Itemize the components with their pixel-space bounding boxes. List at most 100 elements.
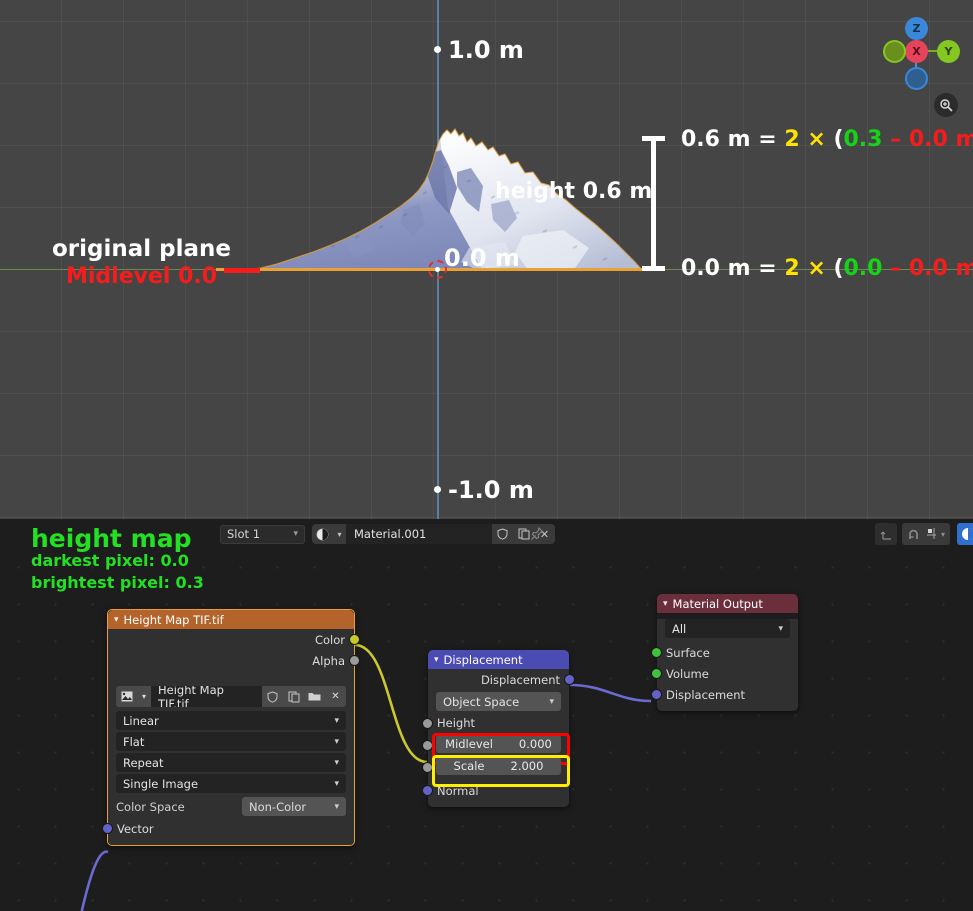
formula-bottom-open-paren: (: [833, 256, 844, 281]
socket-label-displacement-in: Displacement: [666, 687, 746, 702]
projection-value: Flat: [123, 734, 145, 749]
node-header-material-output[interactable]: ▾ Material Output: [657, 594, 798, 613]
formula-bottom-equals: =: [758, 256, 777, 281]
color-space-value: Non-Color: [249, 799, 307, 814]
duplicate-icon[interactable]: [283, 686, 304, 707]
extension-dropdown[interactable]: Repeat ▾: [116, 753, 346, 772]
formula-bottom: 0.0 m = 2 × (0.0 – 0.0 m): [681, 256, 973, 281]
node-title-material-output: Material Output: [672, 596, 763, 611]
target-dropdown[interactable]: All ▾: [665, 619, 790, 638]
label-height: height 0.6 m: [495, 179, 653, 204]
shield-icon[interactable]: [262, 686, 283, 707]
socket-color[interactable]: [349, 634, 360, 645]
scale-field[interactable]: Scale 2.000: [436, 757, 561, 775]
chevron-down-icon: ▾: [334, 757, 339, 768]
gizmo-axis-x[interactable]: X: [905, 40, 928, 63]
scale-dot-bottom: [434, 486, 441, 493]
folder-icon[interactable]: [304, 686, 325, 707]
chevron-down-icon[interactable]: ▾: [936, 523, 950, 545]
close-icon[interactable]: ✕: [325, 686, 346, 707]
gizmo-axis-y[interactable]: Y: [937, 40, 960, 63]
node-body-image-texture: Color Alpha ▾ Height Map TIF.tif ✕ Linea…: [102, 629, 360, 845]
gizmo-axis-z[interactable]: Z: [905, 17, 928, 40]
scale-label: Scale: [453, 759, 485, 773]
height-measure-cap-top: [642, 136, 665, 141]
image-name-field[interactable]: Height Map TIF.tif: [151, 686, 262, 707]
midlevel-row[interactable]: Midlevel 0.000: [422, 733, 570, 765]
pin-icon[interactable]: [526, 523, 548, 545]
socket-displacement-in[interactable]: [651, 689, 662, 700]
socket-height[interactable]: [422, 718, 433, 729]
color-space-dropdown[interactable]: Non-Color ▾: [242, 797, 346, 816]
formula-bottom-bright: 0.0: [843, 256, 883, 281]
space-dropdown[interactable]: Object Space ▾: [436, 692, 561, 711]
image-icon[interactable]: [116, 686, 137, 707]
shield-icon[interactable]: [492, 524, 513, 544]
socket-label-vector: Vector: [117, 821, 154, 836]
socket-midlevel[interactable]: [422, 740, 433, 751]
image-datablock-row[interactable]: ▾ Height Map TIF.tif ✕: [116, 686, 346, 707]
socket-displacement-out[interactable]: [564, 674, 575, 685]
chevron-down-icon: ▾: [334, 715, 339, 726]
gizmo-axis-negy[interactable]: [883, 40, 906, 63]
formula-bottom-mid: 0.0 m: [908, 256, 973, 281]
snap-icon[interactable]: [875, 523, 897, 545]
socket-normal[interactable]: [422, 785, 433, 796]
space-value: Object Space: [443, 694, 520, 709]
socket-row-displacement-in[interactable]: Displacement: [651, 684, 798, 705]
midlevel-label: Midlevel: [445, 737, 493, 751]
image-browse-chevron-icon[interactable]: ▾: [137, 686, 151, 707]
node-image-texture[interactable]: ▾ Height Map TIF.tif Color Alpha ▾ Heigh…: [102, 609, 360, 846]
socket-row-displacement-out[interactable]: Displacement: [428, 669, 575, 690]
projection-dropdown[interactable]: Flat ▾: [116, 732, 346, 751]
socket-row-alpha[interactable]: Alpha: [108, 650, 360, 671]
formula-top-equals: =: [758, 127, 777, 152]
socket-surface[interactable]: [651, 647, 662, 658]
magnet-icon[interactable]: [902, 523, 924, 545]
material-chevron-icon[interactable]: ▾: [333, 524, 346, 544]
slot-label: Slot 1: [227, 527, 261, 541]
socket-row-normal[interactable]: Normal: [422, 780, 569, 801]
chevron-down-icon: ▾: [549, 696, 554, 707]
socket-scale[interactable]: [422, 762, 433, 773]
chevron-down-icon[interactable]: ▾: [434, 655, 439, 665]
shader-node-editor[interactable]: Slot 1 ▾ ▾ Material.001 ✕ ▾ height map d…: [0, 519, 973, 911]
node-title-image-texture: Height Map TIF.tif: [123, 612, 224, 627]
socket-label-alpha: Alpha: [312, 653, 345, 668]
gizmo-axis-negz[interactable]: [905, 67, 928, 90]
socket-label-normal: Normal: [437, 783, 479, 798]
socket-row-height[interactable]: Height: [422, 713, 569, 733]
node-displacement[interactable]: ▾ Displacement Displacement Object Space…: [422, 650, 575, 807]
scale-row[interactable]: Scale 2.000: [422, 755, 570, 787]
socket-row-volume[interactable]: Volume: [651, 663, 798, 684]
label-top-scale: 1.0 m: [448, 36, 524, 64]
scale-value: 2.000: [510, 759, 544, 773]
chevron-down-icon: ▾: [334, 736, 339, 747]
interpolation-dropdown[interactable]: Linear ▾: [116, 711, 346, 730]
material-name-field[interactable]: Material.001: [346, 524, 492, 544]
material-sphere-icon[interactable]: [312, 524, 333, 544]
node-header-displacement[interactable]: ▾ Displacement: [428, 650, 569, 669]
chevron-down-icon[interactable]: ▾: [114, 615, 119, 625]
height-measure-bar: [651, 137, 656, 271]
socket-row-color[interactable]: Color: [108, 629, 360, 650]
zoom-icon[interactable]: [934, 93, 958, 117]
node-material-output[interactable]: ▾ Material Output All ▾ Surface Volume D…: [651, 594, 798, 711]
slot-selector[interactable]: Slot 1 ▾: [220, 524, 305, 544]
shading-icon[interactable]: [957, 523, 973, 545]
material-datablock[interactable]: ▾ Material.001 ✕: [312, 524, 555, 544]
source-dropdown[interactable]: Single Image ▾: [116, 774, 346, 793]
scale-dot-top: [434, 46, 441, 53]
socket-volume[interactable]: [651, 668, 662, 679]
socket-vector[interactable]: [102, 823, 113, 834]
socket-alpha[interactable]: [349, 655, 360, 666]
socket-label-volume: Volume: [666, 666, 709, 681]
chevron-down-icon[interactable]: ▾: [663, 599, 668, 609]
node-header-image-texture[interactable]: ▾ Height Map TIF.tif: [108, 610, 354, 629]
navigation-gizmo[interactable]: Z X Y: [871, 6, 961, 96]
socket-row-surface[interactable]: Surface: [651, 642, 798, 663]
socket-row-vector[interactable]: Vector: [102, 818, 354, 839]
midlevel-field[interactable]: Midlevel 0.000: [436, 735, 561, 753]
3d-viewport[interactable]: 1.0 m -1.0 m 0.0 m height 0.6 m original…: [0, 0, 973, 519]
formula-bottom-scale: 2: [784, 256, 800, 281]
